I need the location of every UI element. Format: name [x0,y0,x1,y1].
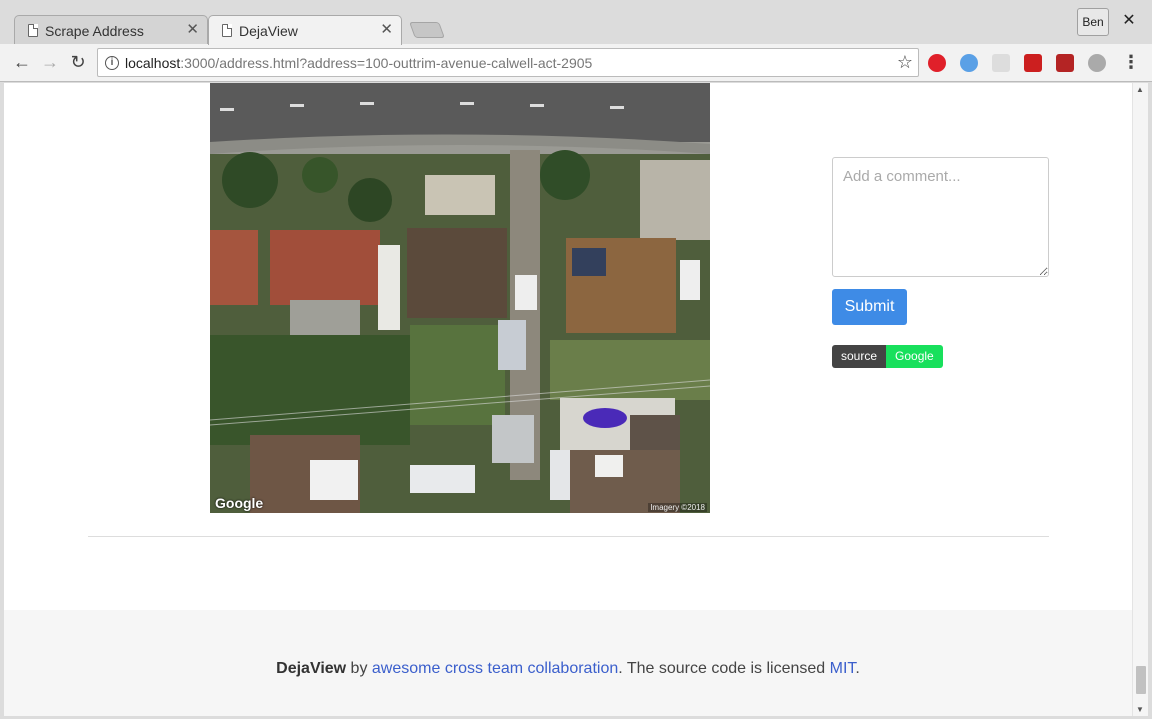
new-tab-button[interactable] [409,22,445,38]
page-icon [28,24,38,37]
address-bar[interactable]: i localhost:3000/address.html?address=10… [97,48,919,77]
opera-icon[interactable] [928,54,946,72]
mit-license-link[interactable]: MIT [830,660,856,677]
satellite-image: Google Imagery ©2018 [210,83,710,513]
window-close-icon[interactable]: ✕ [1121,10,1137,32]
badge-value: Google [886,345,943,368]
tab-dejaview[interactable]: DejaView ✕ [208,15,402,45]
sync-icon[interactable] [1088,54,1106,72]
reload-icon[interactable]: ↻ [68,53,88,73]
forward-icon[interactable]: → [40,53,60,73]
footer-period: . [855,660,860,677]
divider [88,536,1049,537]
google-watermark: Google [215,495,264,511]
profile-button[interactable]: Ben [1077,8,1109,36]
footer-license-text: . The source code is licensed [618,660,830,677]
tab-scrape-address[interactable]: Scrape Address ✕ [14,15,208,45]
scroll-down-icon[interactable]: ▼ [1136,705,1144,714]
puzzle-icon[interactable] [1056,54,1074,72]
url-text[interactable]: localhost:3000/address.html?address=100-… [125,55,592,71]
footer-text: DejaView by awesome cross team collabora… [4,660,1132,678]
bookmark-star-icon[interactable]: ☆ [897,52,913,73]
comment-input[interactable] [832,157,1049,277]
tab-title: DejaView [239,22,298,39]
close-tab-icon[interactable]: ✕ [186,22,199,38]
close-tab-icon[interactable]: ✕ [380,22,393,38]
lastpass-icon[interactable] [1024,54,1042,72]
handshake-icon[interactable] [992,54,1010,72]
scroll-up-icon[interactable]: ▲ [1136,85,1144,94]
browser-toolbar: ← → ↻ i localhost:3000/address.html?addr… [0,44,1152,82]
tab-title: Scrape Address [45,22,144,39]
footer-brand: DejaView [276,660,347,677]
collaboration-link[interactable]: awesome cross team collaboration [372,660,618,677]
source-badge: source Google [832,345,943,368]
page-scrollbar[interactable]: ▲ ▼ [1132,83,1148,716]
footer-by: by [346,660,372,677]
page-viewport: Google Imagery ©2018 Submit source Googl… [4,83,1132,716]
satellite-photo [210,83,710,513]
badge-label: source [832,345,887,368]
feedly-icon[interactable] [960,54,978,72]
page-icon [222,24,232,37]
info-icon[interactable]: i [105,56,119,70]
submit-button[interactable]: Submit [832,289,907,325]
tab-strip: Scrape Address ✕ DejaView ✕ Ben ✕ [0,0,1152,45]
back-icon[interactable]: ← [12,53,32,73]
scroll-thumb[interactable] [1136,666,1146,694]
imagery-credit: Imagery ©2018 [648,503,707,512]
browser-menu-icon[interactable]: ⋮ [1122,52,1140,74]
page-footer: DejaView by awesome cross team collabora… [4,610,1132,716]
